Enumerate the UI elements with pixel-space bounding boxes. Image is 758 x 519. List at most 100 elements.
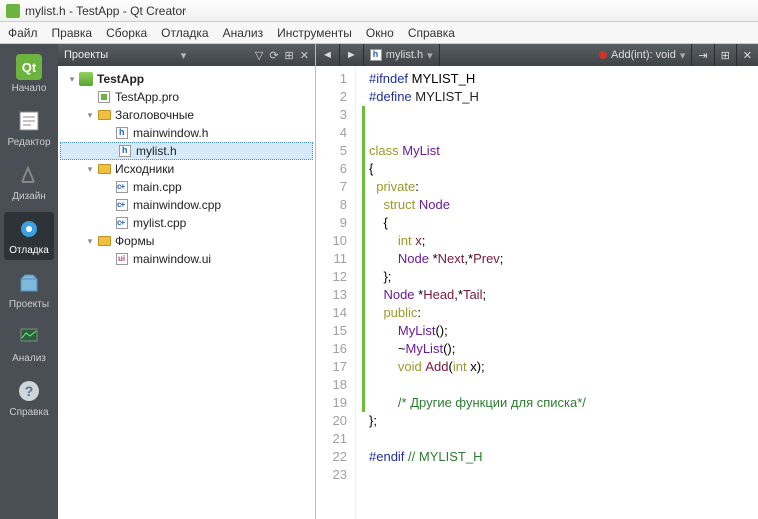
editor-method: Add(int): void: [611, 49, 676, 61]
tree-label: main.cpp: [133, 180, 182, 194]
mode-editor[interactable]: Редактор: [4, 104, 54, 152]
menu-bar: Файл Правка Сборка Отладка Анализ Инструменты…: [0, 22, 758, 44]
tree-item[interactable]: mainwindow.h: [58, 124, 315, 142]
project-panel: Проекты ▾ ▽ ⟳ ⊞ ✕ ▾TestAppTestApp.pro ▾ За…: [58, 44, 316, 519]
tree-item[interactable]: mylist.cpp: [58, 214, 315, 232]
close-panel-icon[interactable]: ✕: [300, 49, 309, 62]
file-icon: [96, 108, 112, 122]
window-title: mylist.h - TestApp - Qt Creator: [25, 4, 186, 18]
tree-item[interactable]: mylist.h: [60, 142, 313, 160]
code-line[interactable]: [362, 124, 758, 142]
projects-icon: [16, 270, 42, 296]
code-line[interactable]: [362, 466, 758, 484]
code-line[interactable]: ~MyList();: [362, 340, 758, 358]
menu-сборка[interactable]: Сборка: [106, 26, 147, 40]
tree-item[interactable]: ▾TestApp: [58, 70, 315, 88]
file-icon: [114, 216, 130, 230]
tree-label: Заголовочные: [115, 108, 194, 122]
code-content[interactable]: #ifndef MYLIST_H#define MYLIST_Hclass My…: [356, 66, 758, 519]
filter-icon[interactable]: ▽: [255, 49, 263, 62]
editor-toolbar: ◄ ► mylist.h ▾ Add(int): void ▾ ⇥ ⊞ ✕: [316, 44, 758, 66]
nav-fwd[interactable]: ►: [340, 44, 364, 66]
tree-item[interactable]: main.cpp: [58, 178, 315, 196]
close-editor-icon[interactable]: ✕: [737, 44, 758, 66]
mode-sidebar: QtНачало Редактор Дизайн Отладка Проекты Анал…: [0, 44, 58, 519]
tree-item[interactable]: ▾Формы: [58, 232, 315, 250]
menu-справка[interactable]: Справка: [408, 26, 455, 40]
code-line[interactable]: private:: [362, 178, 758, 196]
menu-окно[interactable]: Окно: [366, 26, 394, 40]
code-line[interactable]: #endif // MYLIST_H: [362, 448, 758, 466]
svg-text:?: ?: [25, 383, 34, 399]
menu-анализ[interactable]: Анализ: [223, 26, 264, 40]
line-col[interactable]: ⇥: [692, 44, 714, 66]
split-editor-icon[interactable]: ⊞: [715, 44, 737, 66]
dropdown-icon[interactable]: ▾: [181, 49, 187, 62]
code-line[interactable]: };: [362, 412, 758, 430]
menu-отладка[interactable]: Отладка: [161, 26, 208, 40]
code-line[interactable]: MyList();: [362, 322, 758, 340]
tree-item[interactable]: mainwindow.cpp: [58, 196, 315, 214]
menu-инструменты[interactable]: Инструменты: [277, 26, 352, 40]
tree-label: Исходники: [115, 162, 174, 176]
debug-icon: [16, 216, 42, 242]
menu-файл[interactable]: Файл: [8, 26, 38, 40]
code-line[interactable]: Node *Next,*Prev;: [362, 250, 758, 268]
file-icon: [117, 144, 133, 158]
file-selector[interactable]: mylist.h ▾: [364, 44, 440, 66]
disclosure-icon[interactable]: ▾: [84, 164, 96, 175]
code-line[interactable]: };: [362, 268, 758, 286]
svg-text:Qt: Qt: [22, 60, 37, 75]
file-icon: [78, 72, 94, 86]
code-line[interactable]: {: [362, 160, 758, 178]
disclosure-icon[interactable]: ▾: [84, 236, 96, 247]
disclosure-icon[interactable]: ▾: [84, 110, 96, 121]
line-gutter: 1234567891011121314151617181920212223: [316, 66, 356, 519]
method-selector[interactable]: Add(int): void ▾: [593, 44, 692, 66]
split-icon[interactable]: ⊞: [285, 49, 294, 62]
analyze-icon: [16, 324, 42, 350]
app-icon: [6, 4, 20, 18]
mode-design[interactable]: Дизайн: [4, 158, 54, 206]
menu-правка[interactable]: Правка: [52, 26, 93, 40]
mode-analyze[interactable]: Анализ: [4, 320, 54, 368]
code-line[interactable]: {: [362, 214, 758, 232]
tree-label: mylist.h: [136, 144, 177, 158]
code-line[interactable]: int x;: [362, 232, 758, 250]
code-line[interactable]: struct Node: [362, 196, 758, 214]
code-line[interactable]: #ifndef MYLIST_H: [362, 70, 758, 88]
tree-item[interactable]: ▾ Заголовочные: [58, 106, 315, 124]
code-editor[interactable]: 1234567891011121314151617181920212223 #i…: [316, 66, 758, 519]
file-icon: [114, 198, 130, 212]
code-line[interactable]: #define MYLIST_H: [362, 88, 758, 106]
code-line[interactable]: Node *Head,*Tail;: [362, 286, 758, 304]
code-line[interactable]: public:: [362, 304, 758, 322]
file-icon: [114, 126, 130, 140]
code-line[interactable]: [362, 106, 758, 124]
tree-label: mainwindow.ui: [133, 252, 211, 266]
project-panel-header: Проекты ▾ ▽ ⟳ ⊞ ✕: [58, 44, 315, 66]
code-line[interactable]: [362, 430, 758, 448]
mode-qt[interactable]: QtНачало: [4, 50, 54, 98]
tree-label: mylist.cpp: [133, 216, 186, 230]
mode-help[interactable]: ?Справка: [4, 374, 54, 422]
tree-item[interactable]: ▾ Исходники: [58, 160, 315, 178]
code-line[interactable]: /* Другие функции для списка*/: [362, 394, 758, 412]
tree-label: mainwindow.cpp: [133, 198, 221, 212]
file-icon: [96, 90, 112, 104]
tree-item[interactable]: mainwindow.ui: [58, 250, 315, 268]
qt-icon: Qt: [16, 54, 42, 80]
window-titlebar: mylist.h - TestApp - Qt Creator: [0, 0, 758, 22]
code-line[interactable]: void Add(int x);: [362, 358, 758, 376]
sync-icon[interactable]: ⟳: [269, 49, 278, 62]
nav-back[interactable]: ◄: [316, 44, 340, 66]
file-icon: [114, 180, 130, 194]
code-line[interactable]: class MyList: [362, 142, 758, 160]
tree-item[interactable]: TestApp.pro: [58, 88, 315, 106]
file-icon: [96, 162, 112, 176]
code-line[interactable]: [362, 376, 758, 394]
disclosure-icon[interactable]: ▾: [66, 74, 78, 85]
mode-projects[interactable]: Проекты: [4, 266, 54, 314]
mode-debug[interactable]: Отладка: [4, 212, 54, 260]
method-icon: [599, 51, 607, 59]
